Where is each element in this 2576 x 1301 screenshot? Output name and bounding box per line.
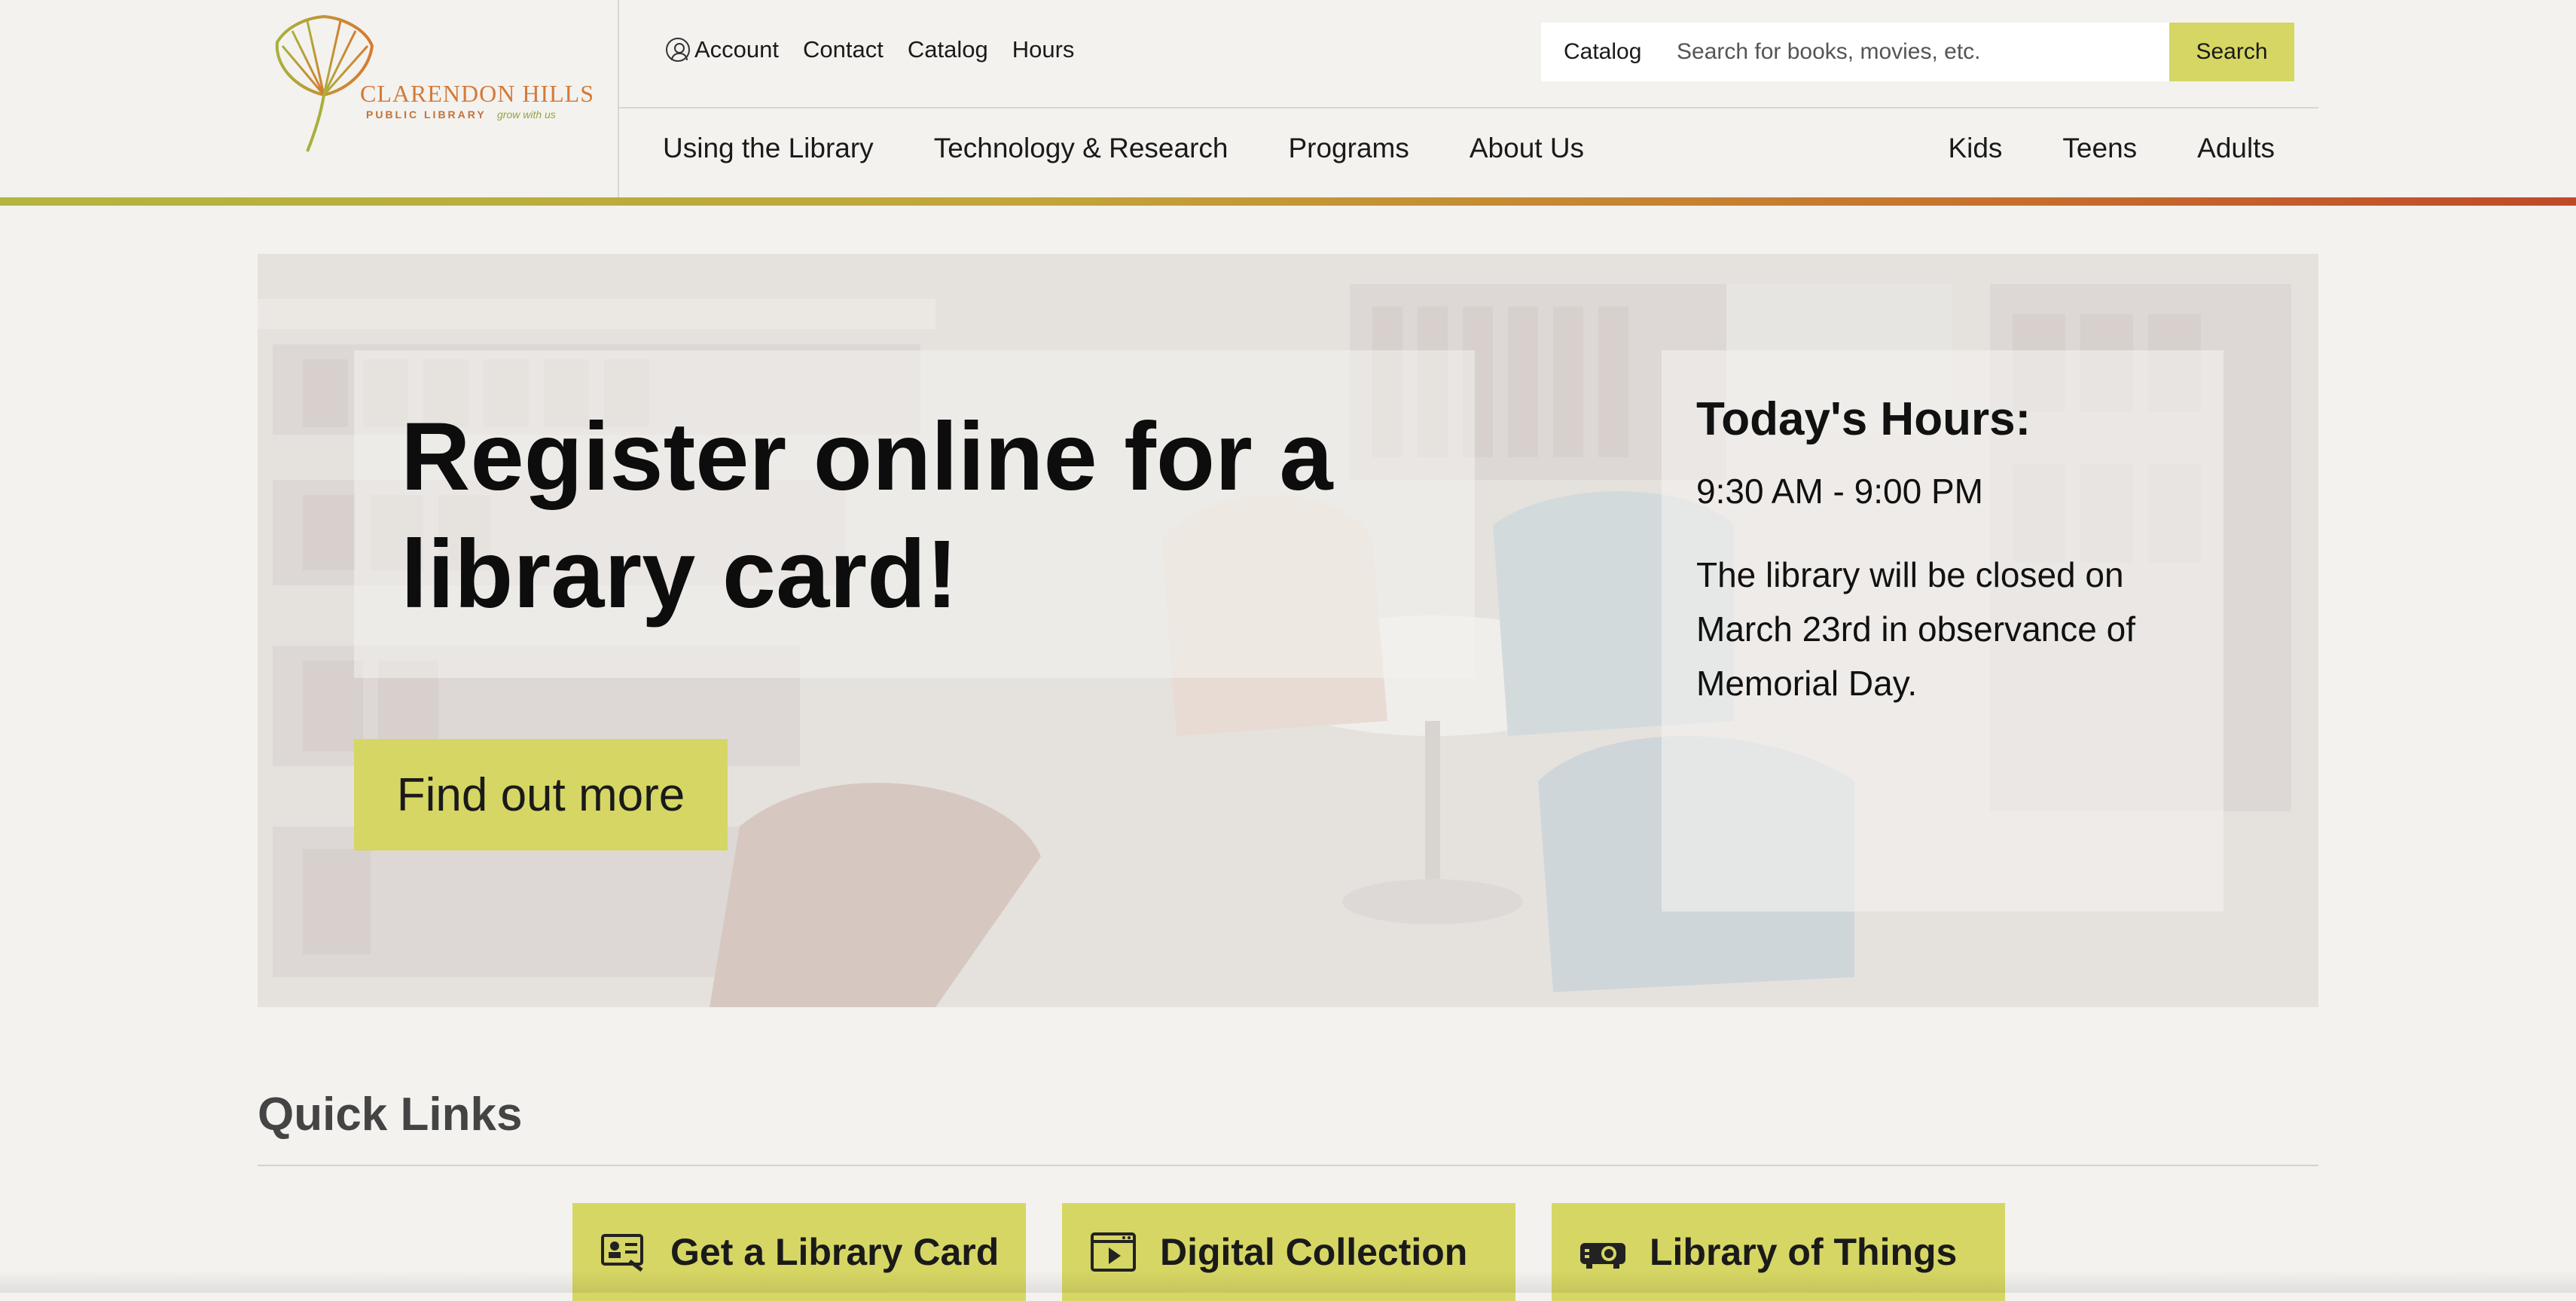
hours-time: 9:30 AM - 9:00 PM	[1696, 472, 1983, 511]
audience-nav: Kids Teens Adults	[1948, 133, 2275, 164]
header-divider	[619, 107, 2318, 108]
quick-link-label: Library of Things	[1650, 1231, 1958, 1273]
main-nav: Using the Library Technology & Research …	[663, 133, 1584, 164]
video-player-icon	[1091, 1232, 1136, 1272]
logo-tagline: grow with us	[497, 108, 556, 121]
header-gradient-bar	[0, 197, 2576, 206]
quick-links-divider	[258, 1165, 2318, 1166]
contact-link[interactable]: Contact	[803, 36, 884, 63]
account-link[interactable]: Account	[666, 36, 779, 63]
nav-programs[interactable]: Programs	[1288, 133, 1409, 164]
catalog-search: Catalog Search	[1541, 23, 2294, 81]
utility-nav: Account Contact Catalog Hours	[666, 36, 1074, 63]
closure-notice: The library will be closed on March 23rd…	[1696, 555, 2135, 703]
catalog-link[interactable]: Catalog	[908, 36, 988, 63]
hero-banner: Register online for a library card! Find…	[258, 254, 2318, 1007]
account-label: Account	[694, 36, 780, 63]
projector-icon	[1580, 1243, 1625, 1269]
hero-title: Register online for a library card!	[401, 403, 1333, 628]
nav-using-the-library[interactable]: Using the Library	[663, 133, 874, 164]
find-out-more-button[interactable]: Find out more	[354, 739, 728, 851]
search-input[interactable]	[1662, 23, 2169, 81]
page-fold-shadow	[0, 1270, 2576, 1293]
site-header: CLARENDON HILLS PUBLIC LIBRARY grow with…	[0, 0, 2576, 199]
hours-link[interactable]: Hours	[1012, 36, 1075, 63]
nav-technology-research[interactable]: Technology & Research	[934, 133, 1228, 164]
library-logo[interactable]: CLARENDON HILLS PUBLIC LIBRARY grow with…	[271, 12, 594, 155]
header-divider	[618, 0, 619, 197]
nav-teens[interactable]: Teens	[2062, 133, 2137, 164]
quick-links-title: Quick Links	[258, 1089, 523, 1141]
todays-hours-panel: Today's Hours: 9:30 AM - 9:00 PM The lib…	[1662, 350, 2223, 912]
logo-name: CLARENDON HILLS	[360, 80, 594, 107]
library-card-icon	[601, 1234, 643, 1272]
quick-link-label: Digital Collection	[1160, 1231, 1468, 1273]
account-icon	[666, 38, 690, 62]
nav-about-us[interactable]: About Us	[1470, 133, 1584, 164]
search-scope-select[interactable]: Catalog	[1541, 23, 1662, 81]
nav-kids[interactable]: Kids	[1948, 133, 2002, 164]
hours-title: Today's Hours:	[1696, 393, 2031, 445]
quick-link-label: Get a Library Card	[670, 1231, 1000, 1273]
logo-subtitle: PUBLIC LIBRARY	[366, 108, 487, 121]
search-button[interactable]: Search	[2169, 23, 2294, 81]
nav-adults[interactable]: Adults	[2197, 133, 2275, 164]
